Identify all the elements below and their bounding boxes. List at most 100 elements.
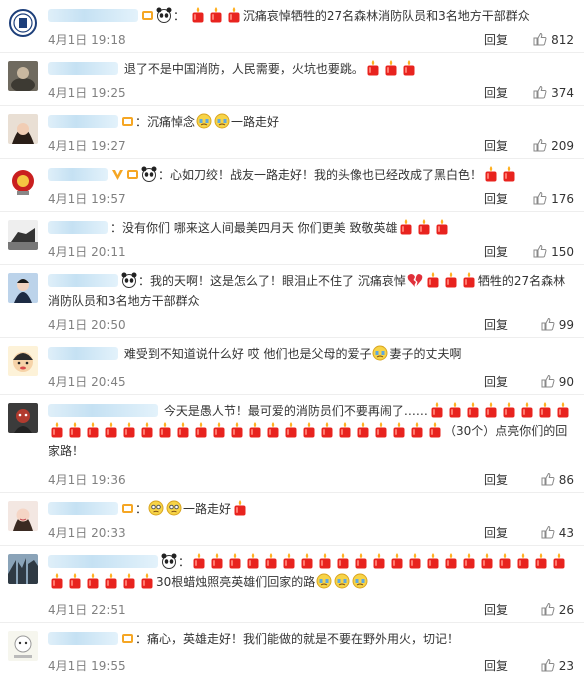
avatar[interactable] [8, 61, 38, 91]
like-button[interactable]: 209 [514, 138, 574, 154]
like-button[interactable]: 23 [514, 658, 574, 674]
username[interactable] [48, 347, 118, 360]
avatar[interactable] [8, 501, 38, 531]
username[interactable] [48, 115, 118, 128]
comment-separator: ： [138, 274, 151, 288]
candle-icon [461, 552, 477, 570]
avatar[interactable] [8, 273, 38, 303]
reply-button[interactable]: 回复 [484, 317, 508, 333]
candle-icon [67, 421, 83, 439]
candle-icon [121, 421, 137, 439]
comment-text: 一路走好 [183, 502, 232, 516]
vip-badge-icon [121, 501, 134, 514]
username[interactable] [48, 62, 118, 75]
reply-button[interactable]: 回复 [484, 191, 508, 207]
like-count: 812 [551, 33, 574, 47]
candle-icon [157, 421, 173, 439]
crying-face-icon [372, 344, 388, 362]
candle-icon [301, 421, 317, 439]
candle-icon [427, 421, 443, 439]
candle-icon [537, 401, 553, 419]
like-button[interactable]: 86 [514, 472, 574, 488]
avatar[interactable] [8, 346, 38, 376]
comment-time: 4月1日 20:11 [48, 245, 126, 259]
like-count: 209 [551, 139, 574, 153]
comment-text: 难受到不知道说什么好 哎 他们也是父母的爱子 [123, 347, 372, 361]
like-count: 23 [558, 659, 574, 673]
username[interactable] [48, 555, 158, 568]
candle-emoji-group [189, 6, 243, 24]
username[interactable] [48, 502, 118, 515]
candle-icon [299, 552, 315, 570]
crying-face-icon [334, 572, 350, 590]
candle-icon [483, 401, 499, 419]
like-button[interactable]: 90 [514, 374, 574, 390]
comment-item: ：沉痛悼念 一路走好 4月1日 19:27 回复 209 [0, 106, 584, 159]
candle-icon [208, 6, 224, 24]
reply-button[interactable]: 回复 [484, 85, 508, 101]
comment-text: 今天是愚人节！最可爱的消防员们不要再闹了…… [163, 404, 428, 418]
avatar[interactable] [8, 631, 38, 661]
candle-icon [465, 401, 481, 419]
candle-icon [337, 421, 353, 439]
reply-button[interactable]: 回复 [484, 244, 508, 260]
username[interactable] [48, 274, 118, 287]
candle-icon [245, 552, 261, 570]
verified-v-icon [111, 167, 124, 180]
candle-icon [409, 421, 425, 439]
avatar[interactable] [8, 220, 38, 250]
candle-icon [226, 6, 242, 24]
like-button[interactable]: 150 [514, 244, 574, 260]
reply-button[interactable]: 回复 [484, 32, 508, 48]
comment-separator: ： [110, 221, 123, 235]
thumbs-up-icon [541, 317, 559, 332]
comment-separator: ： [135, 115, 148, 129]
panda-icon [161, 552, 177, 570]
candle-icon [425, 271, 441, 289]
candle-icon [501, 401, 517, 419]
like-count: 90 [558, 375, 574, 389]
comment-separator: ： [178, 555, 191, 569]
like-button[interactable]: 176 [514, 191, 574, 207]
username[interactable] [48, 168, 108, 181]
avatar[interactable] [8, 403, 38, 433]
candle-icon [49, 421, 65, 439]
candle-icon [211, 421, 227, 439]
reply-button[interactable]: 回复 [484, 374, 508, 390]
reply-button[interactable]: 回复 [484, 525, 508, 541]
username[interactable] [48, 9, 138, 22]
broken-heart-icon [407, 271, 423, 289]
candle-icon [121, 572, 137, 590]
candle-icon [401, 59, 417, 77]
candle-icon [67, 572, 83, 590]
avatar[interactable] [8, 114, 38, 144]
like-button[interactable]: 26 [514, 602, 574, 618]
like-button[interactable]: 812 [514, 32, 574, 48]
reply-button[interactable]: 回复 [484, 602, 508, 618]
candle-icon [49, 572, 65, 590]
username[interactable] [48, 404, 158, 417]
reply-button[interactable]: 回复 [484, 138, 508, 154]
crying-face-icon [214, 112, 230, 130]
candle-icon [209, 552, 225, 570]
candle-emoji-group [482, 166, 518, 182]
avatar[interactable] [8, 8, 38, 38]
username[interactable] [48, 221, 108, 234]
comment-item: ： 一路走好 4月1日 20:33 回复 43 [0, 493, 584, 546]
comment-separator: ： [158, 168, 171, 182]
reply-button[interactable]: 回复 [484, 472, 508, 488]
reply-button[interactable]: 回复 [484, 658, 508, 674]
like-button[interactable]: 99 [514, 317, 574, 333]
comment-time: 4月1日 19:27 [48, 139, 126, 153]
avatar[interactable] [8, 554, 38, 584]
avatar[interactable] [8, 167, 38, 197]
candle-icon [519, 401, 535, 419]
candle-icon [429, 401, 445, 419]
candle-emoji-group [231, 500, 249, 516]
like-button[interactable]: 43 [514, 525, 574, 541]
candle-emoji-group [190, 552, 496, 570]
username[interactable] [48, 632, 118, 645]
candle-icon [319, 421, 335, 439]
candle-icon [389, 552, 405, 570]
like-button[interactable]: 374 [514, 85, 574, 101]
